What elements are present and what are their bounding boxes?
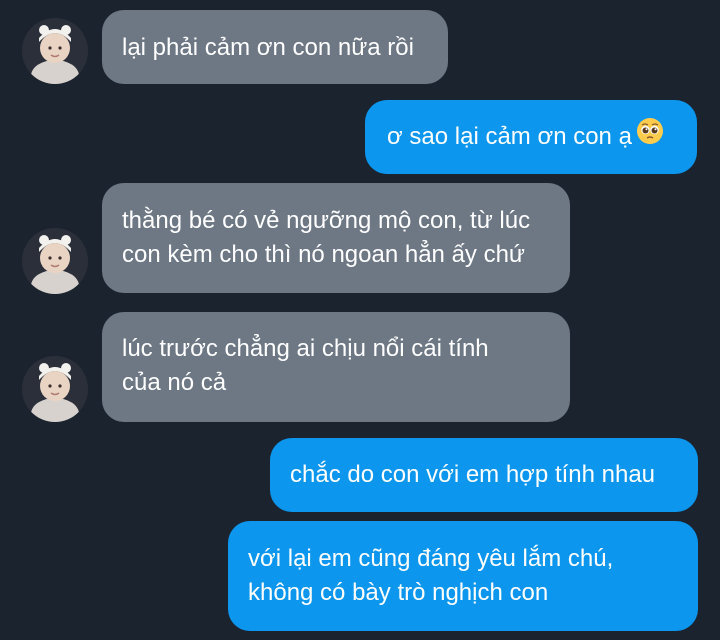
message-text-line: không có bày trò nghịch con [248, 579, 549, 606]
contact-avatar[interactable] [22, 18, 88, 84]
message-bubble-outgoing[interactable]: với lại em cũng đáng yêu lắm chú, không … [228, 521, 698, 631]
contact-avatar[interactable] [22, 356, 88, 422]
message-bubble-outgoing[interactable]: ơ sao lại cảm ơn con ạ [365, 100, 697, 174]
chat-thread: lại phải cảm ơn con nữa rồi ơ sao lại cả… [0, 0, 720, 640]
message-text-line: chắc do con với em hợp tính nhau [290, 461, 656, 488]
message-bubble-incoming[interactable]: lại phải cảm ơn con nữa rồi [102, 10, 448, 84]
message-bubble-incoming[interactable]: lúc trước chẳng ai chịu nổi cái tính của… [102, 312, 570, 422]
message-text-line: của nó cả [122, 369, 227, 396]
message-text-line: con kèm cho thì nó ngoan hẳn ấy chứ [122, 241, 525, 268]
message-text-line: lúc trước chẳng ai chịu nổi cái tính [122, 335, 489, 362]
message-text-line: thằng bé có vẻ ngưỡng mộ con, từ lúc [122, 207, 531, 234]
baby-avatar-icon [22, 18, 88, 84]
contact-avatar[interactable] [22, 228, 88, 294]
baby-avatar-icon [22, 228, 88, 294]
pleading-face-icon [636, 117, 664, 155]
baby-avatar-icon [22, 356, 88, 422]
message-text-line: ơ sao lại cảm ơn con ạ [387, 123, 632, 150]
message-bubble-outgoing[interactable]: chắc do con với em hợp tính nhau [270, 438, 698, 512]
message-text-line: với lại em cũng đáng yêu lắm chú, [248, 545, 614, 572]
message-text-line: lại phải cảm ơn con nữa rồi [122, 34, 414, 61]
message-bubble-incoming[interactable]: thằng bé có vẻ ngưỡng mộ con, từ lúc con… [102, 183, 570, 293]
